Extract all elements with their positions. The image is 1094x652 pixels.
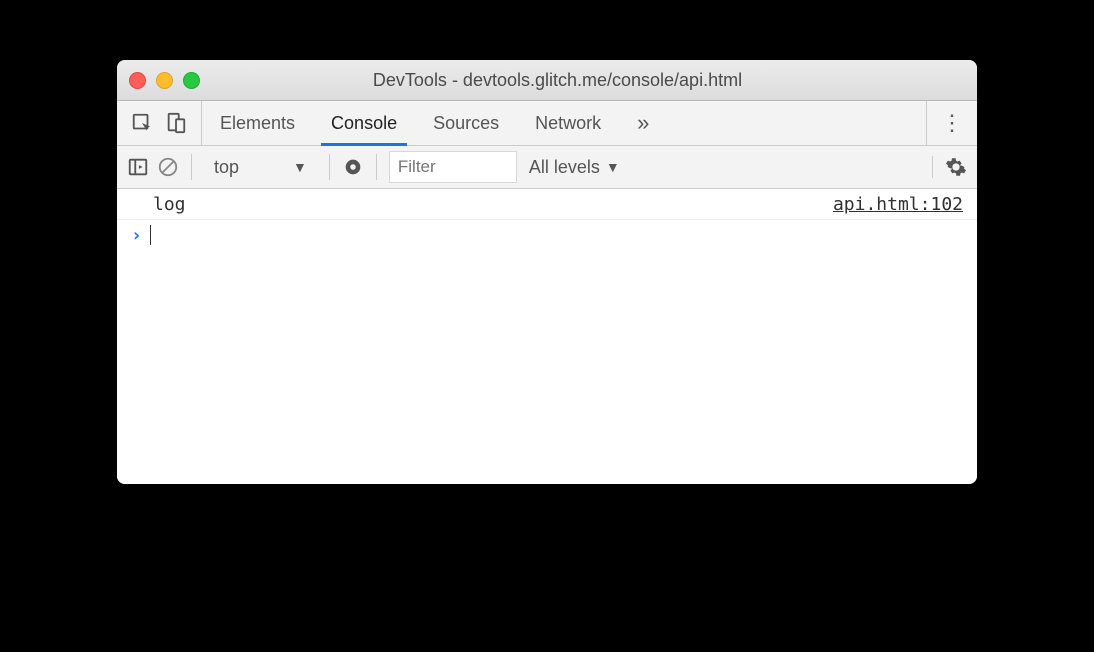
toolbar-right bbox=[932, 156, 967, 178]
console-log-row: log api.html:102 bbox=[117, 189, 977, 220]
close-window-button[interactable] bbox=[129, 72, 146, 89]
text-cursor bbox=[150, 225, 152, 245]
prompt-chevron-icon: › bbox=[131, 225, 142, 246]
log-levels-select[interactable]: All levels ▼ bbox=[525, 157, 624, 178]
tabbar-tools bbox=[117, 101, 202, 145]
execution-context-select[interactable]: top ▼ bbox=[204, 157, 317, 178]
device-toolbar-icon[interactable] bbox=[165, 112, 187, 134]
console-settings-icon[interactable] bbox=[945, 156, 967, 178]
toggle-console-sidebar-icon[interactable] bbox=[127, 156, 149, 178]
devtools-window: DevTools - devtools.glitch.me/console/ap… bbox=[117, 60, 977, 484]
panel-tabbar: Elements Console Sources Network » ⋮ bbox=[117, 101, 977, 146]
divider bbox=[376, 154, 377, 180]
tabbar-right: ⋮ bbox=[926, 101, 977, 145]
inspect-element-icon[interactable] bbox=[131, 112, 153, 134]
log-message: log bbox=[153, 194, 833, 215]
console-output: log api.html:102 › bbox=[117, 189, 977, 484]
tab-console[interactable]: Console bbox=[313, 101, 415, 145]
tab-elements[interactable]: Elements bbox=[202, 101, 313, 145]
live-expression-icon[interactable] bbox=[342, 156, 364, 178]
divider bbox=[191, 154, 192, 180]
panel-tabs: Elements Console Sources Network bbox=[202, 101, 619, 145]
levels-label: All levels bbox=[529, 157, 600, 178]
context-label: top bbox=[214, 157, 239, 178]
clear-console-icon[interactable] bbox=[157, 156, 179, 178]
titlebar: DevTools - devtools.glitch.me/console/ap… bbox=[117, 60, 977, 101]
divider bbox=[329, 154, 330, 180]
tab-network[interactable]: Network bbox=[517, 101, 619, 145]
console-toolbar: top ▼ All levels ▼ bbox=[117, 146, 977, 189]
more-tabs-button[interactable]: » bbox=[619, 101, 667, 145]
tab-sources[interactable]: Sources bbox=[415, 101, 517, 145]
chevron-down-icon: ▼ bbox=[293, 159, 307, 175]
filter-input[interactable] bbox=[389, 151, 517, 183]
log-source-link[interactable]: api.html:102 bbox=[833, 194, 963, 215]
console-prompt[interactable]: › bbox=[117, 220, 977, 250]
window-title: DevTools - devtools.glitch.me/console/ap… bbox=[150, 70, 965, 91]
chevron-down-icon: ▼ bbox=[606, 159, 620, 175]
chevron-double-right-icon: » bbox=[637, 110, 649, 136]
